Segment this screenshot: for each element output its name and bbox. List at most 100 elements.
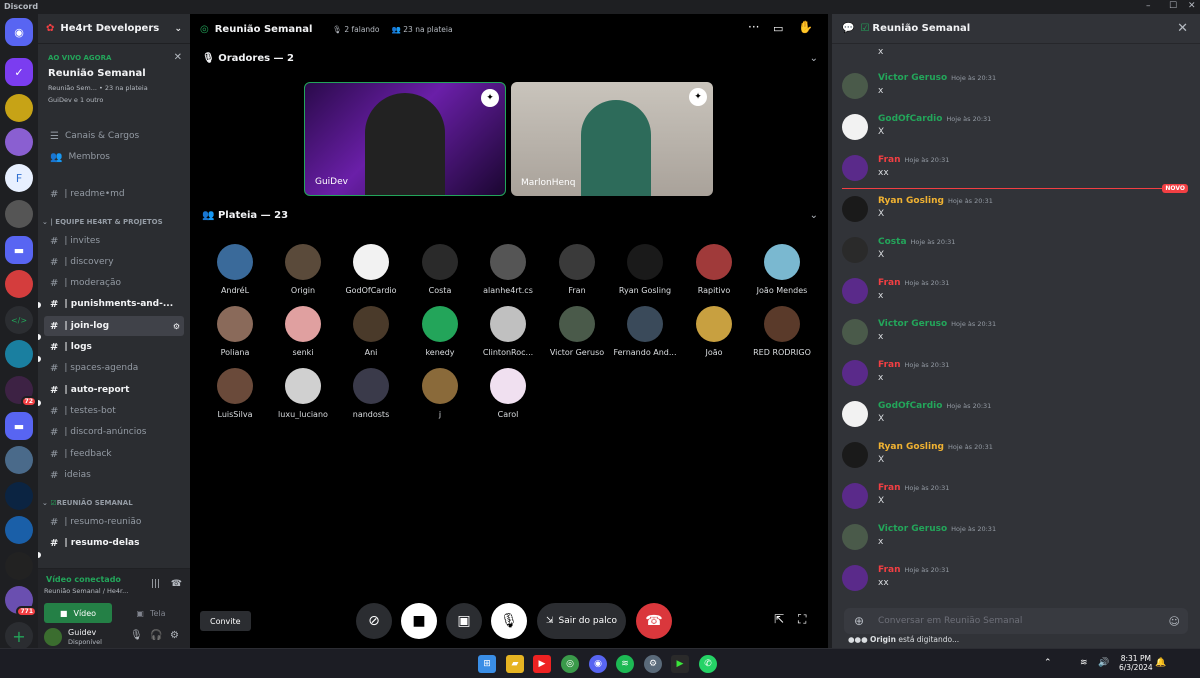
chevron-down-icon[interactable]: ⌄	[810, 53, 818, 64]
microphone-icon[interactable]: 🎙	[130, 630, 143, 641]
channel-feedback[interactable]: # | feedback	[44, 444, 184, 464]
minimize-icon[interactable]: –	[1146, 1, 1151, 11]
guild-header[interactable]: ✿ He4rt Developers ⌄	[38, 14, 190, 44]
category-equipe[interactable]: ⌄ | EQUIPE HE4RT & PROJETOS	[42, 218, 163, 226]
audience-member[interactable]: AndréL	[201, 244, 269, 295]
channel-resumo-delas[interactable]: # | resumo-delas	[44, 533, 184, 553]
server-icon[interactable]	[5, 94, 33, 122]
audience-member[interactable]: senki	[269, 306, 337, 357]
server-icon[interactable]	[5, 552, 33, 580]
settings-icon[interactable]: ⚙	[644, 655, 662, 673]
audience-header[interactable]: 👥 Plateia — 23	[202, 210, 288, 221]
disconnect-button[interactable]: ☎	[636, 603, 672, 639]
notification-icon[interactable]: 🔔	[1155, 658, 1166, 668]
disconnect-icon[interactable]: ☎	[171, 579, 182, 589]
share-screen-button[interactable]: ▣	[446, 603, 482, 639]
more-icon[interactable]: ···	[748, 20, 759, 34]
voice-location[interactable]: Reunião Semanal / He4r...	[44, 587, 128, 595]
leave-stage-button[interactable]: ⇲ Sair do palco	[537, 603, 626, 639]
nav-members[interactable]: 👥 Membros	[44, 147, 184, 167]
audience-member[interactable]: luxu_luciano	[269, 368, 337, 419]
channel-auto-report[interactable]: # | auto-report	[44, 380, 184, 400]
noise-icon[interactable]: |||	[151, 579, 160, 589]
category-reuniao[interactable]: ⌄ ☑REUNIÃO SEMANAL	[42, 499, 133, 507]
start-icon[interactable]: ⊞	[478, 655, 496, 673]
audience-member[interactable]: ClintonRoc...	[474, 306, 542, 357]
file-explorer-icon[interactable]: ▰	[506, 655, 524, 673]
speakers-header[interactable]: 🎙 Oradores — 2	[202, 53, 294, 64]
audience-member[interactable]: Ani	[337, 306, 405, 357]
channel-resumo-reuniao[interactable]: # | resumo-reunião	[44, 512, 184, 532]
channel-join-log[interactable]: # | join-log ⚙	[44, 316, 184, 336]
wifi-icon[interactable]: ≋	[1080, 658, 1088, 668]
spotify-icon[interactable]: ≋	[616, 655, 634, 673]
emoji-icon[interactable]: ☺	[1169, 615, 1180, 628]
audience-member[interactable]: Poliana	[201, 306, 269, 357]
audience-member[interactable]: João Mendes	[748, 244, 816, 295]
server-icon[interactable]: F	[5, 164, 33, 192]
server-icon[interactable]	[5, 482, 33, 510]
audience-member[interactable]: Ryan Gosling	[611, 244, 679, 295]
audience-member[interactable]: j	[406, 368, 474, 419]
youtube-icon[interactable]: ▶	[533, 655, 551, 673]
audience-member[interactable]: Origin	[269, 244, 337, 295]
camera-button[interactable]: ■	[401, 603, 437, 639]
home-icon[interactable]: ◉	[5, 18, 33, 46]
close-icon[interactable]: ✕	[1177, 21, 1188, 36]
close-icon[interactable]: ✕	[174, 52, 182, 63]
add-server-icon[interactable]: +	[5, 622, 33, 650]
channel-readme[interactable]: # | readme•md	[44, 184, 184, 204]
speaker-tile[interactable]: ✦ MarlonHenq	[511, 82, 713, 196]
channel-ideias[interactable]: # ideias	[44, 465, 184, 485]
audience-member[interactable]: GodOfCardio	[337, 244, 405, 295]
fullscreen-icon[interactable]: ⛶	[798, 612, 806, 627]
chevron-up-icon[interactable]: ⌃	[1044, 658, 1052, 668]
channel-punishments[interactable]: # | punishments-and-...	[44, 294, 184, 314]
server-icon[interactable]: 72	[5, 376, 37, 407]
server-icon[interactable]	[5, 200, 33, 228]
server-icon[interactable]	[5, 128, 33, 156]
volume-icon[interactable]: 🔊	[1098, 658, 1109, 668]
channel-testes-bot[interactable]: # | testes-bot	[44, 401, 184, 421]
speaker-tile[interactable]: ✦ GuiDev	[304, 82, 506, 196]
server-icon[interactable]	[5, 446, 33, 474]
code-server-icon[interactable]: </>	[5, 306, 33, 334]
server-icon[interactable]: 771	[5, 586, 37, 617]
maximize-icon[interactable]: ☐	[1169, 1, 1177, 11]
message-input[interactable]: ⊕ Conversar em Reunião Semanal ☺	[844, 608, 1188, 634]
audience-member[interactable]: nandosts	[337, 368, 405, 419]
channel-spaces-agenda[interactable]: # | spaces-agenda	[44, 358, 184, 378]
audience-member[interactable]: João	[680, 306, 748, 357]
audience-member[interactable]: Fran	[543, 244, 611, 295]
invite-button[interactable]: Convite	[200, 611, 251, 631]
audience-member[interactable]: Rapitivo	[680, 244, 748, 295]
raise-hand-icon[interactable]: ✋	[798, 20, 813, 34]
audience-member[interactable]: Costa	[406, 244, 474, 295]
channel-discord-anuncios[interactable]: # | discord-anúncios	[44, 422, 184, 442]
audience-member[interactable]: Fernando And...	[611, 306, 679, 357]
clock[interactable]: 8:31 PM 6/3/2024	[1119, 654, 1153, 672]
channel-invites[interactable]: # | invites	[44, 231, 184, 251]
audience-member[interactable]: kenedy	[406, 306, 474, 357]
add-attachment-icon[interactable]: ⊕	[854, 614, 864, 628]
chrome-icon[interactable]: ◎	[561, 655, 579, 673]
audience-member[interactable]: RED RODRIGO	[748, 306, 816, 357]
whatsapp-icon[interactable]: ✆	[699, 655, 717, 673]
close-window-icon[interactable]: ✕	[1188, 1, 1196, 11]
folder-icon[interactable]: ▬	[5, 412, 33, 440]
nav-channels-roles[interactable]: ☰ Canais & Cargos	[44, 126, 184, 146]
audience-member[interactable]: LuisSilva	[201, 368, 269, 419]
screen-share-button[interactable]: ▣ Tela	[118, 603, 184, 623]
live-stage-card[interactable]: AO VIVO AGORA ✕ Reunião Semanal Reunião …	[42, 48, 186, 118]
channel-discovery[interactable]: # | discovery	[44, 252, 184, 272]
server-icon[interactable]	[5, 340, 33, 368]
headphones-icon[interactable]: 🎧	[150, 630, 162, 641]
channel-moderacao[interactable]: # | moderação	[44, 273, 184, 293]
server-icon[interactable]	[5, 270, 33, 298]
chevron-down-icon[interactable]: ⌄	[810, 210, 818, 221]
folder-icon[interactable]: ▬	[5, 236, 33, 264]
hide-chat-icon[interactable]: ▭	[773, 22, 783, 35]
video-button[interactable]: ■ Vídeo	[44, 603, 112, 623]
audience-member[interactable]: Victor Geruso	[543, 306, 611, 357]
streamer-mode-button[interactable]: ⊘	[356, 603, 392, 639]
